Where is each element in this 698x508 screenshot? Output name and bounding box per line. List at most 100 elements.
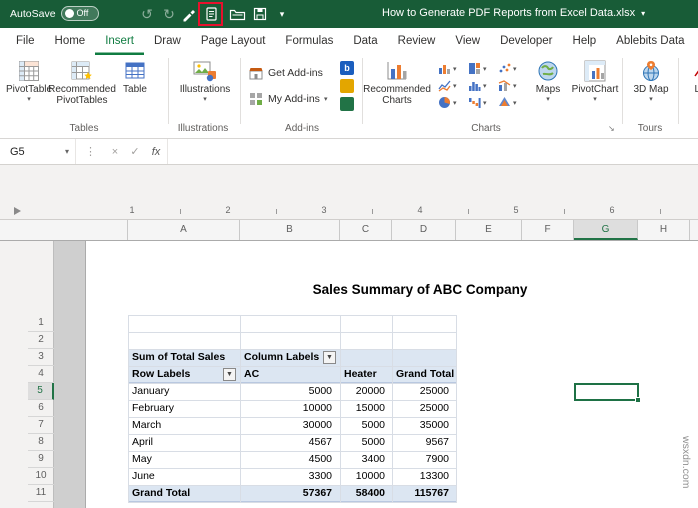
row-labels-filter-button[interactable]: ▼: [223, 368, 236, 381]
cell-a4[interactable]: Row Labels: [132, 366, 202, 383]
column-header-a[interactable]: A: [128, 220, 240, 240]
recommended-pivottables-button[interactable]: Recommended PivotTables: [48, 58, 116, 122]
formula-input[interactable]: [167, 139, 698, 164]
cell-b4[interactable]: AC: [244, 366, 304, 383]
maps-button[interactable]: Maps ▾: [528, 58, 568, 122]
insert-pie-chart-button[interactable]: ▾: [438, 96, 457, 109]
pivottable-button[interactable]: PivotTable ▾: [6, 58, 52, 122]
redo-button[interactable]: ↻: [160, 5, 178, 23]
cell-d10[interactable]: 13300: [392, 468, 451, 485]
column-header-e[interactable]: E: [456, 220, 522, 240]
cell-a11[interactable]: Grand Total: [132, 485, 220, 502]
cell-c10[interactable]: 10000: [340, 468, 387, 485]
cell-a6[interactable]: February: [132, 400, 220, 417]
cancel-icon[interactable]: ×: [105, 146, 125, 158]
enter-icon[interactable]: ✓: [125, 145, 145, 158]
cell-b11[interactable]: 57367: [240, 485, 334, 502]
autosave-switch[interactable]: Off: [60, 6, 99, 21]
people-graph-addin-icon[interactable]: [340, 97, 354, 111]
cell-d9[interactable]: 7900: [392, 451, 451, 468]
save-button[interactable]: [251, 5, 269, 23]
cell-b9[interactable]: 4500: [240, 451, 334, 468]
cell-d7[interactable]: 35000: [392, 417, 451, 434]
cell-c5[interactable]: 20000: [340, 383, 387, 400]
tab-review[interactable]: Review: [388, 28, 446, 55]
fill-handle[interactable]: [635, 397, 641, 403]
tab-formulas[interactable]: Formulas: [275, 28, 343, 55]
row-header-10[interactable]: 10: [28, 468, 54, 485]
tab-developer[interactable]: Developer: [490, 28, 562, 55]
insert-scatter-chart-button[interactable]: ▾: [498, 62, 517, 75]
3d-map-button[interactable]: 3D Map ▾: [628, 58, 674, 122]
column-header-b[interactable]: B: [240, 220, 340, 240]
tab-page-layout[interactable]: Page Layout: [191, 28, 276, 55]
selected-cell-g5[interactable]: [574, 383, 639, 401]
recommended-charts-button[interactable]: Recommended Charts: [363, 58, 431, 122]
cell-d11[interactable]: 115767: [392, 485, 451, 502]
undo-button[interactable]: ↺: [138, 5, 156, 23]
get-addins-button[interactable]: Get Add-ins: [248, 65, 323, 81]
charts-dialog-launcher[interactable]: ↘: [608, 124, 615, 133]
row-header-4[interactable]: 4: [28, 366, 54, 383]
cell-c11[interactable]: 58400: [340, 485, 387, 502]
cell-a8[interactable]: April: [132, 434, 220, 451]
cell-a9[interactable]: May: [132, 451, 220, 468]
insert-column-chart-button[interactable]: ▾: [438, 62, 457, 75]
cell-a7[interactable]: March: [132, 417, 220, 434]
row-header-8[interactable]: 8: [28, 434, 54, 451]
cell-d4[interactable]: Grand Total: [396, 366, 454, 383]
formula-bar-splitter[interactable]: ⋮: [76, 145, 105, 158]
tab-help[interactable]: Help: [563, 28, 607, 55]
cell-d6[interactable]: 25000: [392, 400, 451, 417]
tab-draw[interactable]: Draw: [144, 28, 191, 55]
page-title[interactable]: Sales Summary of ABC Company: [160, 282, 680, 297]
cell-b5[interactable]: 5000: [240, 383, 334, 400]
cell-c8[interactable]: 5000: [340, 434, 387, 451]
format-painter-button[interactable]: [180, 5, 198, 23]
cell-a3[interactable]: Sum of Total Sales: [132, 349, 236, 366]
tab-insert[interactable]: Insert: [95, 28, 144, 55]
cell-d8[interactable]: 9567: [392, 434, 451, 451]
cell-b10[interactable]: 3300: [240, 468, 334, 485]
tab-file[interactable]: File: [6, 28, 45, 55]
row-header-6[interactable]: 6: [28, 400, 54, 417]
cell-b3[interactable]: Column Labels: [244, 349, 320, 366]
insert-line-chart-button[interactable]: ▾: [438, 79, 457, 92]
cell-a10[interactable]: June: [132, 468, 220, 485]
tab-view[interactable]: View: [445, 28, 490, 55]
document-title[interactable]: How to Generate PDF Reports from Excel D…: [382, 7, 645, 19]
cell-b6[interactable]: 10000: [240, 400, 334, 417]
column-header-g[interactable]: G: [574, 220, 638, 240]
cell-c4[interactable]: Heater: [344, 366, 388, 383]
insert-waterfall-chart-button[interactable]: ▾: [468, 96, 487, 109]
bing-maps-addin-icon[interactable]: b: [340, 61, 354, 75]
illustrations-button[interactable]: Illustrations ▾: [176, 58, 234, 122]
table-button[interactable]: Table: [114, 58, 156, 122]
column-header-d[interactable]: D: [392, 220, 456, 240]
customize-qat-button[interactable]: ▾: [273, 5, 291, 23]
tab-ablebits[interactable]: Ablebits Data: [606, 28, 694, 55]
column-header-f[interactable]: F: [522, 220, 574, 240]
cell-d5[interactable]: 25000: [392, 383, 451, 400]
cell-a5[interactable]: January: [132, 383, 220, 400]
insert-surface-chart-button[interactable]: ▾: [498, 96, 517, 109]
insert-hierarchy-chart-button[interactable]: ▾: [468, 62, 487, 75]
row-header-11[interactable]: 11: [28, 485, 54, 502]
cell-b8[interactable]: 4567: [240, 434, 334, 451]
column-header-h[interactable]: H: [638, 220, 690, 240]
cell-c6[interactable]: 15000: [340, 400, 387, 417]
cell-c9[interactable]: 3400: [340, 451, 387, 468]
tab-home[interactable]: Home: [45, 28, 96, 55]
store-addin-icon[interactable]: [340, 79, 354, 93]
row-header-3[interactable]: 3: [28, 349, 54, 366]
insert-combo-chart-button[interactable]: ▾: [498, 79, 517, 92]
row-header-1[interactable]: 1: [28, 315, 54, 332]
my-addins-button[interactable]: My Add-ins ▾: [248, 91, 327, 107]
column-labels-filter-button[interactable]: ▼: [323, 351, 336, 364]
print-preview-button[interactable]: [203, 6, 219, 23]
cell-b7[interactable]: 30000: [240, 417, 334, 434]
tab-data[interactable]: Data: [343, 28, 387, 55]
column-header-c[interactable]: C: [340, 220, 392, 240]
row-header-5[interactable]: 5: [28, 383, 54, 400]
line-sparkline-button[interactable]: Line: [684, 58, 698, 122]
